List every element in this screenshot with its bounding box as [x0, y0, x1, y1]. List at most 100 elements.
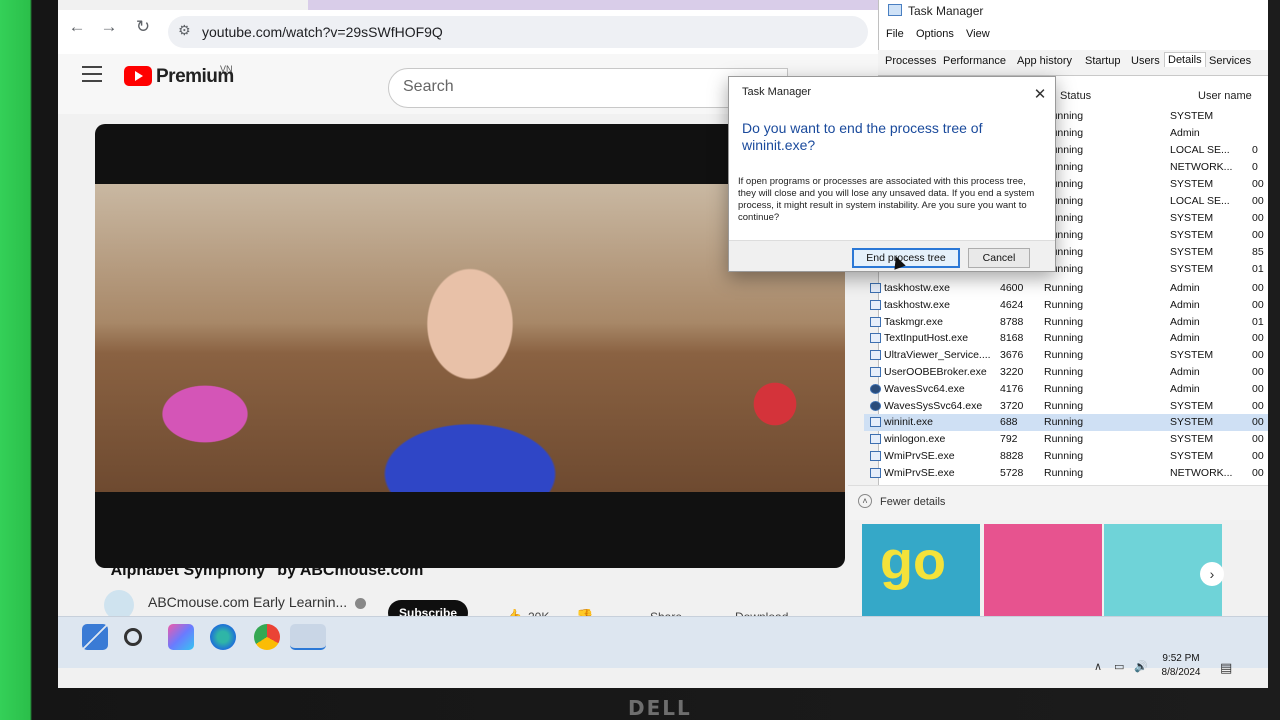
tab-performance[interactable]: Performance	[940, 54, 1009, 68]
process-cpu: 01	[1252, 263, 1264, 275]
dialog-title: Task Manager	[742, 86, 812, 98]
reload-icon[interactable]: ↻	[132, 16, 154, 38]
tab-details[interactable]: Details	[1164, 52, 1206, 67]
table-row[interactable]: TextInputHost.exe 8168 Running Admin 00	[864, 330, 1268, 347]
process-user: Admin	[1170, 298, 1200, 311]
process-user: SYSTEM	[1170, 450, 1214, 462]
column-user-name[interactable]: User name	[1198, 90, 1252, 102]
process-status: Running	[1044, 315, 1084, 328]
task-manager-taskbar-icon[interactable]	[290, 624, 326, 650]
process-icon	[870, 400, 881, 411]
menu-file[interactable]: File	[886, 28, 904, 40]
menu-view[interactable]: View	[966, 28, 990, 40]
process-cpu: 00	[1252, 332, 1264, 345]
cancel-button[interactable]: Cancel	[968, 248, 1030, 268]
process-user: NETWORK...	[1170, 466, 1233, 479]
table-row[interactable]: taskhostw.exe 4624 Running Admin 00	[864, 297, 1268, 314]
tab-startup[interactable]: Startup	[1082, 54, 1123, 68]
table-row[interactable]: UserOOBEBroker.exe 3220 Running Admin 00	[864, 364, 1268, 381]
process-icon	[870, 451, 881, 461]
process-user: NETWORK...	[1170, 161, 1233, 173]
table-row[interactable]: Taskmgr.exe 8788 Running Admin 01	[864, 314, 1268, 331]
table-row[interactable]: WmiPrvSE.exe 8828 Running SYSTEM 00	[864, 448, 1268, 465]
edge-browser-icon[interactable]	[210, 624, 236, 650]
youtube-logo-icon[interactable]	[124, 66, 152, 86]
search-placeholder: Search	[403, 78, 454, 95]
tab-services[interactable]: Services	[1206, 54, 1254, 68]
chevron-up-icon[interactable]: ∧	[1094, 660, 1102, 673]
process-status: Running	[1044, 382, 1084, 395]
process-pid: 4176	[1000, 382, 1024, 395]
process-cpu: 00	[1252, 450, 1264, 462]
process-icon	[870, 383, 881, 394]
process-pid: 688	[1000, 416, 1018, 429]
process-pid: 8828	[1000, 450, 1024, 462]
process-pid: 3720	[1000, 399, 1024, 412]
process-cpu: 00	[1252, 212, 1264, 224]
process-user: SYSTEM	[1170, 212, 1214, 224]
back-arrow-icon[interactable]: ←	[66, 16, 88, 38]
end-process-tree-button[interactable]: End process tree	[852, 248, 960, 268]
table-row[interactable]: UltraViewer_Service.... 3676 Running SYSTEM…	[864, 347, 1268, 364]
table-row[interactable]: wininit.exe 688 Running SYSTEM 00	[864, 414, 1268, 432]
process-user: SYSTEM	[1170, 229, 1214, 241]
volume-icon[interactable]: 🔊	[1134, 660, 1148, 673]
table-row[interactable]: winlogon.exe 792 Running SYSTEM 00	[864, 431, 1268, 448]
process-name: TextInputHost.exe	[884, 332, 969, 345]
process-user: Admin	[1170, 366, 1200, 378]
dialog-message: If open programs or processes are associ…	[738, 176, 1035, 223]
forward-arrow-icon[interactable]: →	[98, 16, 120, 38]
table-row[interactable]: WavesSvc64.exe 4176 Running Admin 00	[864, 381, 1268, 398]
copilot-icon[interactable]	[168, 624, 194, 650]
network-icon[interactable]: ▭	[1114, 660, 1124, 673]
table-row[interactable]: WmiPrvSE.exe 5728 Running NETWORK... 00	[864, 465, 1268, 482]
chevron-right-icon[interactable]: ›	[1200, 562, 1224, 586]
verified-icon	[355, 598, 366, 609]
windows-taskbar	[58, 616, 1268, 668]
process-user: SYSTEM	[1170, 110, 1214, 122]
process-pid: 3676	[1000, 349, 1024, 362]
channel-name[interactable]: ABCmouse.com Early Learnin...	[148, 594, 347, 610]
tab-users[interactable]: Users	[1128, 54, 1163, 68]
tab-app-history[interactable]: App history	[1014, 54, 1075, 68]
process-status: Running	[1044, 466, 1084, 479]
process-user: SYSTEM	[1170, 349, 1214, 362]
process-user: LOCAL SE...	[1170, 144, 1230, 156]
table-row[interactable]: WavesSysSvc64.exe 3720 Running SYSTEM 00	[864, 398, 1268, 415]
process-name: Taskmgr.exe	[884, 315, 943, 328]
process-status: Running	[1044, 298, 1084, 311]
start-windows-icon[interactable]	[82, 624, 108, 650]
process-icon	[870, 434, 881, 445]
table-row[interactable]: taskhostw.exe 4600 Running Admin 00	[864, 280, 1268, 297]
column-status[interactable]: Status	[1060, 90, 1091, 102]
process-cpu: 00	[1252, 178, 1264, 190]
hamburger-menu-icon[interactable]	[82, 66, 102, 82]
process-icon	[870, 333, 881, 344]
thumbnail-text: go	[880, 531, 946, 591]
process-status: Running	[1044, 399, 1084, 412]
process-icon	[870, 467, 881, 478]
task-manager-app-icon	[888, 4, 902, 16]
process-cpu: 00	[1252, 416, 1264, 429]
search-icon[interactable]	[124, 628, 142, 646]
fewer-details-link[interactable]: Fewer details	[880, 496, 945, 508]
process-user: Admin	[1170, 127, 1200, 139]
process-icon	[870, 299, 881, 310]
process-pid: 3220	[1000, 366, 1024, 378]
process-cpu: 00	[1252, 399, 1264, 412]
close-icon[interactable]: ✕	[1032, 87, 1048, 104]
process-name: winlogon.exe	[884, 433, 946, 446]
dialog-question: Do you want to end the process tree of w…	[742, 120, 983, 153]
process-status: Running	[1044, 366, 1084, 378]
process-user: Admin	[1170, 315, 1200, 328]
site-info-icon[interactable]: ⚙	[178, 22, 191, 39]
notifications-icon[interactable]: ▤	[1220, 660, 1232, 676]
chrome-browser-icon[interactable]	[254, 624, 280, 650]
taskbar-clock[interactable]: 9:52 PM 8/8/2024	[1158, 652, 1204, 680]
menu-options[interactable]: Options	[916, 28, 954, 40]
process-user: SYSTEM	[1170, 178, 1214, 190]
process-cpu: 00	[1252, 282, 1264, 294]
chevron-up-circle-icon[interactable]: ˄	[858, 494, 872, 508]
process-user: Admin	[1170, 382, 1200, 395]
tab-processes[interactable]: Processes	[882, 54, 939, 68]
